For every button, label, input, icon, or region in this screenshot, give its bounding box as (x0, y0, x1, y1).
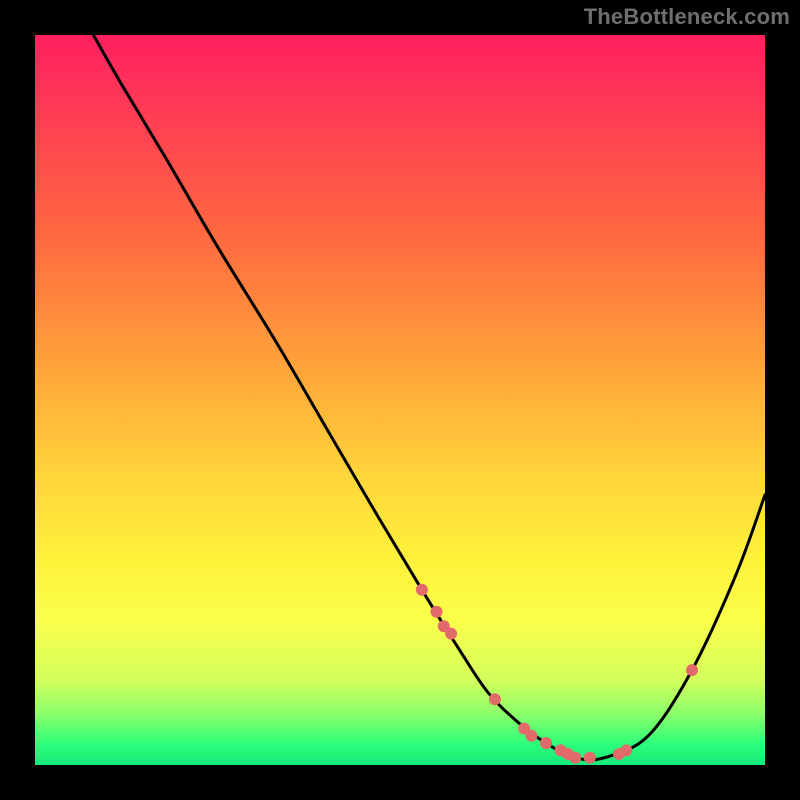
highlight-points (416, 584, 698, 764)
marker-dot (584, 752, 596, 764)
chart-frame: TheBottleneck.com (0, 0, 800, 800)
marker-dot (431, 606, 443, 618)
marker-dot (620, 744, 632, 756)
watermark-text: TheBottleneck.com (584, 4, 790, 30)
curve-layer (35, 35, 765, 765)
marker-dot (445, 628, 457, 640)
marker-dot (540, 737, 552, 749)
marker-dot (489, 693, 501, 705)
plot-area (35, 35, 765, 765)
marker-dot (525, 730, 537, 742)
marker-dot (686, 664, 698, 676)
bottleneck-curve (93, 35, 765, 760)
marker-dot (569, 752, 581, 764)
marker-dot (416, 584, 428, 596)
